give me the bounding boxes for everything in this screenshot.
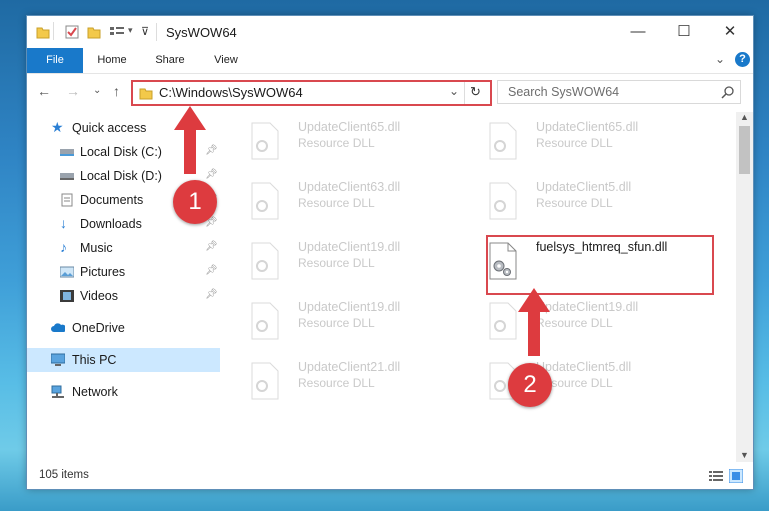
arrow-2-icon: [518, 288, 550, 356]
music-icon: ♪: [60, 239, 67, 255]
help-icon[interactable]: ?: [735, 52, 750, 67]
tab-view[interactable]: View: [203, 48, 249, 73]
properties-icon[interactable]: [65, 25, 79, 39]
search-box[interactable]: Search SysWOW64: [497, 80, 741, 104]
dll-file-icon: [489, 182, 517, 220]
close-button[interactable]: ✕: [707, 16, 753, 48]
minimize-button[interactable]: —: [615, 16, 661, 48]
drive-icon: [60, 173, 74, 180]
pin-icon[interactable]: 📌︎: [205, 289, 218, 300]
scroll-thumb[interactable]: [739, 126, 750, 174]
quick-access-dropdown-icon[interactable]: ▾: [128, 25, 133, 36]
sidebar-item-onedrive[interactable]: OneDrive: [27, 316, 220, 340]
file-item[interactable]: UpdateClient19.dll Resource DLL: [250, 240, 480, 292]
details-view-icon[interactable]: [709, 470, 723, 482]
network-icon: [51, 385, 64, 398]
navigation-bar: ← → ⌄ ↑ C:\Windows\SysWOW64 ⌄ ↻ Search S…: [27, 74, 753, 108]
maximize-button[interactable]: ☐: [661, 16, 707, 48]
back-arrow-icon[interactable]: ←: [37, 83, 51, 99]
sidebar-item-this-pc[interactable]: This PC: [27, 348, 220, 372]
dll-file-icon: [251, 122, 279, 160]
search-icon[interactable]: [721, 86, 734, 99]
recent-locations-icon[interactable]: ⌄: [93, 85, 101, 96]
status-bar: 105 items: [27, 463, 753, 489]
pin-icon[interactable]: 📌︎: [205, 265, 218, 276]
computer-icon: [51, 353, 65, 366]
download-icon: ↓: [60, 215, 67, 231]
pin-icon[interactable]: 📌︎: [205, 241, 218, 252]
scroll-up-icon[interactable]: ▲: [740, 112, 749, 122]
videos-icon: [60, 290, 74, 302]
folder-icon: [139, 88, 153, 100]
address-path[interactable]: C:\Windows\SysWOW64: [159, 85, 303, 100]
star-icon: ★: [51, 119, 64, 135]
file-item[interactable]: UpdateClient19.dll Resource DLL: [250, 300, 480, 352]
file-item[interactable]: UpdateClient63.dll Resource DLL: [250, 180, 480, 232]
sidebar-item-videos[interactable]: Videos 📌︎: [27, 284, 220, 308]
sidebar-item-network[interactable]: Network: [27, 380, 220, 404]
sidebar-item-pictures[interactable]: Pictures 📌︎: [27, 260, 220, 284]
refresh-icon[interactable]: ↻: [470, 84, 481, 100]
new-folder-icon[interactable]: [87, 25, 101, 39]
dll-file-icon: [489, 122, 517, 160]
window-title: SysWOW64: [166, 25, 237, 40]
step-marker-2: 2: [508, 363, 552, 407]
folder-icon: [36, 27, 50, 39]
tab-home[interactable]: Home: [89, 48, 135, 73]
forward-arrow-icon[interactable]: →: [66, 83, 80, 99]
step-marker-1: 1: [173, 180, 217, 224]
dll-file-icon: [251, 362, 279, 400]
dll-file-icon: [251, 242, 279, 280]
address-bar[interactable]: C:\Windows\SysWOW64 ⌄ ↻: [131, 80, 492, 106]
file-item[interactable]: UpdateClient5.dll Resource DLL: [488, 180, 718, 232]
customize-toolbar-icon[interactable]: [109, 25, 125, 39]
drive-icon: [60, 149, 74, 156]
pictures-icon: [60, 266, 74, 278]
file-item[interactable]: UpdateClient21.dll Resource DLL: [250, 360, 480, 412]
dll-file-icon: [251, 182, 279, 220]
tab-share[interactable]: Share: [145, 48, 195, 73]
large-icons-view-icon[interactable]: [729, 469, 743, 483]
documents-icon: [61, 193, 73, 207]
title-bar: ▾ ⊽ SysWOW64 — ☐ ✕: [27, 16, 753, 48]
file-item[interactable]: UpdateClient65.dll Resource DLL: [250, 120, 480, 172]
cloud-icon: [51, 323, 65, 332]
ribbon-expand-icon[interactable]: ⌄: [715, 52, 725, 66]
sidebar-item-music[interactable]: ♪ Music 📌︎: [27, 236, 220, 260]
tab-file[interactable]: File: [27, 48, 83, 73]
scroll-down-icon[interactable]: ▼: [740, 450, 749, 460]
pin-toolbar-icon[interactable]: ⊽: [141, 25, 149, 38]
search-input[interactable]: Search SysWOW64: [508, 85, 619, 99]
up-arrow-icon[interactable]: ↑: [113, 83, 120, 99]
vertical-scrollbar[interactable]: ▲ ▼: [736, 112, 753, 462]
item-count: 105 items: [39, 469, 89, 481]
ribbon: File Home Share View ⌄ ?: [27, 48, 753, 74]
dll-file-icon: [251, 302, 279, 340]
address-dropdown-icon[interactable]: ⌄: [449, 84, 459, 98]
file-explorer-window: ▾ ⊽ SysWOW64 — ☐ ✕ File Home Share View …: [27, 16, 753, 489]
file-item[interactable]: UpdateClient65.dll Resource DLL: [488, 120, 718, 172]
